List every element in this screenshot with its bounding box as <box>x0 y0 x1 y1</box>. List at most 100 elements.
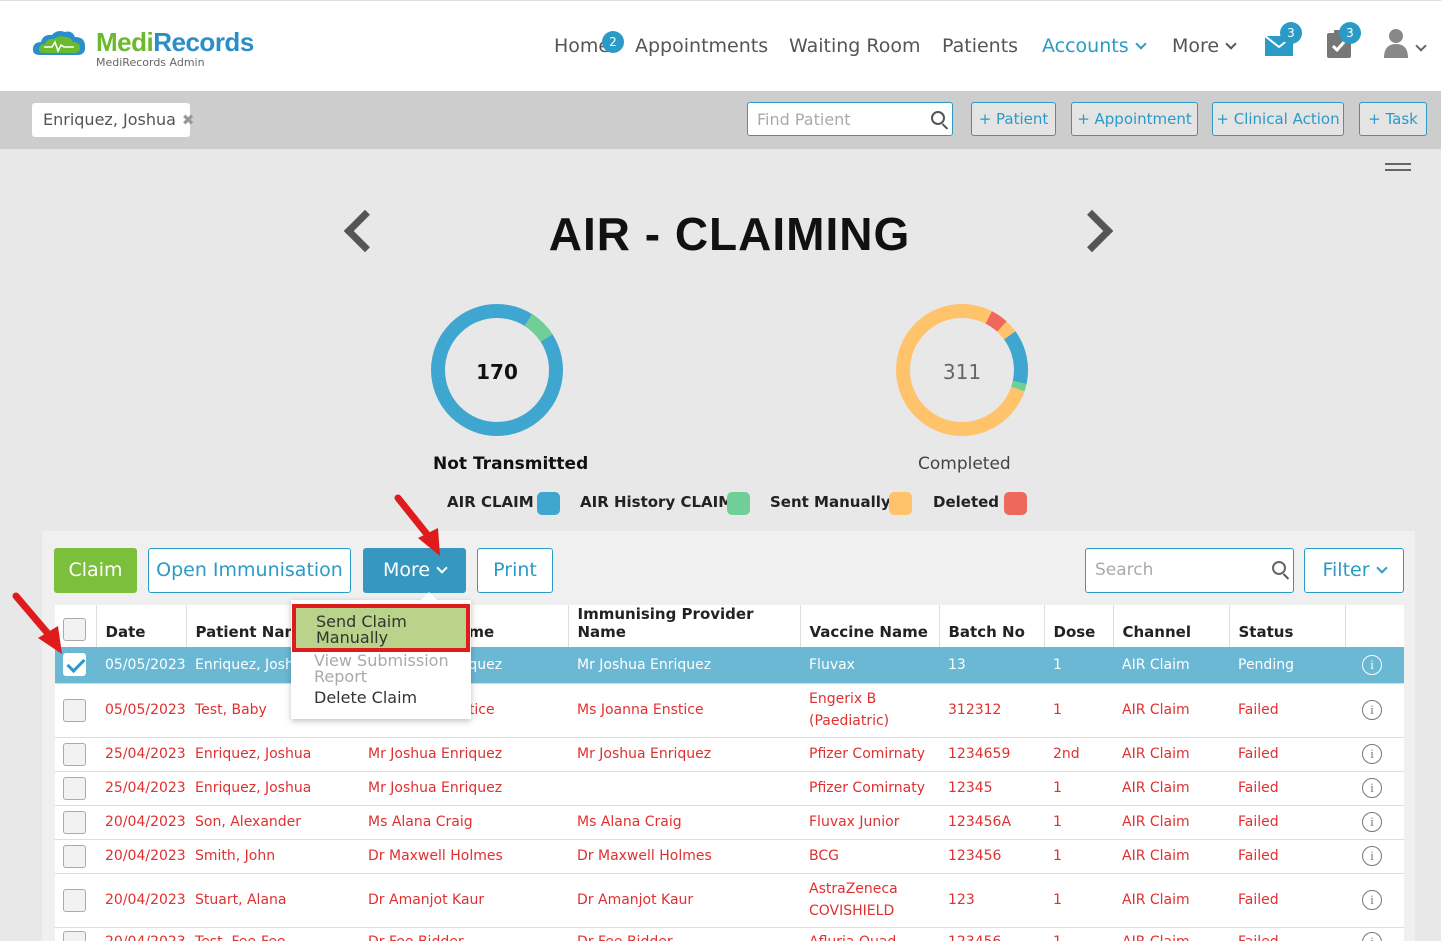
nav-accounts[interactable]: Accounts <box>1042 35 1147 57</box>
add-patient-button[interactable]: + Patient <box>971 102 1056 136</box>
nav-waiting-room[interactable]: Waiting Room <box>789 35 920 57</box>
open-immunisation-button[interactable]: Open Immunisation <box>148 548 351 593</box>
patient-tag[interactable]: Enriquez, Joshua ✖ <box>32 103 195 137</box>
patient-bar: Enriquez, Joshua ✖ + Patient + Appointmen… <box>0 91 1441 149</box>
brand-subtitle: MediRecords Admin <box>96 56 205 69</box>
cell-dose: 1 <box>1044 805 1113 840</box>
table-row[interactable]: 20/04/2023 Son, Alexander Ms Alana Craig Ms… <box>55 805 1404 840</box>
cell-status: Failed <box>1229 873 1345 928</box>
column-header-channel[interactable]: Channel <box>1112 605 1229 647</box>
send-claim-manually-item[interactable]: Send Claim Manually <box>292 604 470 652</box>
find-patient-field <box>747 102 953 136</box>
patient-tag-label: Enriquez, Joshua <box>43 110 176 129</box>
chevron-down-icon <box>436 562 448 574</box>
close-icon[interactable]: ✖ <box>182 111 195 129</box>
table-row[interactable]: 20/04/2023 Smith, John Dr Maxwell Holmes Dr… <box>55 839 1404 874</box>
cell-batch-no: 123456 <box>939 927 1044 941</box>
delete-claim-item[interactable]: Delete Claim <box>314 690 464 706</box>
cell-immunising-provider-name: Mr Joshua Enriquez <box>568 737 800 772</box>
cell-vaccine-name: Fluvax Junior <box>800 805 939 840</box>
nav-appointments[interactable]: Appointments <box>635 35 768 57</box>
filter-button[interactable]: Filter <box>1304 548 1404 593</box>
row-select-cell <box>55 683 96 738</box>
row-checkbox[interactable] <box>63 844 86 868</box>
user-avatar-icon[interactable] <box>1383 27 1409 59</box>
row-checkbox[interactable] <box>63 742 86 766</box>
column-header-vaccine-name[interactable]: Vaccine Name <box>799 605 939 647</box>
top-navbar: MediRecords MediRecords Admin Home 2 App… <box>0 0 1441 91</box>
info-icon[interactable]: i <box>1362 932 1382 941</box>
column-header-batch-no[interactable]: Batch No <box>938 605 1044 647</box>
add-appointment-button[interactable]: + Appointment <box>1071 102 1198 136</box>
row-info-cell: i <box>1345 737 1404 772</box>
cell-vaccine-name: Pfizer Comirnaty <box>800 737 939 772</box>
print-button[interactable]: Print <box>477 548 553 593</box>
cell-patient-name: Smith, John <box>186 839 359 874</box>
info-icon[interactable]: i <box>1362 778 1382 798</box>
find-patient-input[interactable] <box>748 103 918 135</box>
table-row[interactable]: 25/04/2023 Enriquez, Joshua Mr Joshua Enri… <box>55 737 1404 772</box>
brand-name: MediRecords <box>96 27 254 57</box>
legend-swatch-air-history-claim <box>727 492 750 515</box>
info-icon[interactable]: i <box>1362 812 1382 832</box>
info-icon[interactable]: i <box>1362 744 1382 764</box>
table-row[interactable]: 20/04/2023 Stuart, Alana Dr Amanjot Kaur Dr… <box>55 873 1404 928</box>
table-row[interactable]: 05/05/2023Test, BabyMs Joanna EnsticeMs … <box>55 683 1404 738</box>
add-task-button[interactable]: + Task <box>1359 102 1427 136</box>
table-row[interactable]: 25/04/2023 Enriquez, Joshua Mr Joshua Enri… <box>55 771 1404 806</box>
nav-patients[interactable]: Patients <box>942 35 1018 57</box>
cell-immunising-provider-name: Dr Fee Bidder <box>568 927 800 941</box>
column-header-date[interactable]: Date <box>95 605 186 647</box>
info-icon[interactable]: i <box>1362 700 1382 720</box>
cell-batch-no: 13 <box>939 647 1044 684</box>
hamburger-menu-icon[interactable] <box>1385 163 1411 175</box>
column-header-status[interactable]: Status <box>1228 605 1345 647</box>
add-clinical-action-button[interactable]: + Clinical Action <box>1212 102 1344 136</box>
table-row[interactable]: 05/05/2023Enriquez, JoshuaMr Joshua Enri… <box>55 647 1404 684</box>
row-select-cell <box>55 771 96 806</box>
cell-date: 05/05/2023 <box>96 647 186 684</box>
home-badge: 2 <box>602 31 624 53</box>
page-title: AIR - CLAIMING <box>548 208 911 260</box>
cell-channel: AIR Claim <box>1113 839 1229 874</box>
cell-provider-name: Mr Joshua Enriquez <box>359 737 568 772</box>
row-info-cell: i <box>1345 805 1404 840</box>
cell-patient-name: Test, Fee-Fee <box>186 927 359 941</box>
column-header-immunising-provider-name[interactable]: Immunising Provider Name <box>567 605 800 647</box>
claim-button[interactable]: Claim <box>54 548 137 593</box>
legend-swatch-sent-manually <box>889 492 912 515</box>
cell-batch-no: 123456A <box>939 805 1044 840</box>
cell-status: Pending <box>1229 647 1345 684</box>
search-icon[interactable] <box>1272 561 1286 575</box>
column-header-dose[interactable]: Dose <box>1043 605 1113 647</box>
cell-channel: AIR Claim <box>1113 927 1229 941</box>
info-icon[interactable]: i <box>1362 654 1382 675</box>
legend-sent-manually: Sent Manually <box>770 493 891 511</box>
cell-status: Failed <box>1229 737 1345 772</box>
chevron-down-icon <box>1375 562 1388 574</box>
cell-immunising-provider-name: Ms Joanna Enstice <box>568 683 800 738</box>
row-select-cell <box>55 839 96 874</box>
tasks-badge: 3 <box>1339 22 1361 44</box>
cell-status: Failed <box>1229 927 1345 941</box>
chevron-down-icon <box>1134 38 1147 50</box>
legend-deleted: Deleted <box>933 493 1000 511</box>
nav-more[interactable]: More <box>1172 35 1237 57</box>
cell-provider-name: Dr Maxwell Holmes <box>359 839 568 874</box>
cell-status: Failed <box>1229 771 1345 806</box>
table-search-input[interactable] <box>1086 549 1256 591</box>
search-icon[interactable] <box>931 111 945 125</box>
info-icon[interactable]: i <box>1362 890 1382 910</box>
row-checkbox[interactable] <box>63 698 86 722</box>
table-row[interactable]: 20/04/2023Test, Fee-FeeDr Fee BidderDr F… <box>55 927 1404 941</box>
row-checkbox[interactable] <box>63 930 86 941</box>
row-checkbox[interactable] <box>63 810 86 834</box>
legend-swatch-air-claim <box>537 492 560 515</box>
row-checkbox[interactable] <box>63 888 86 912</box>
user-menu-chevron-icon[interactable] <box>1415 40 1427 52</box>
cell-date: 20/04/2023 <box>96 805 186 840</box>
cell-dose: 1 <box>1044 839 1113 874</box>
annotation-arrow-icon <box>12 592 62 654</box>
info-icon[interactable]: i <box>1362 846 1382 866</box>
row-checkbox[interactable] <box>63 776 86 800</box>
